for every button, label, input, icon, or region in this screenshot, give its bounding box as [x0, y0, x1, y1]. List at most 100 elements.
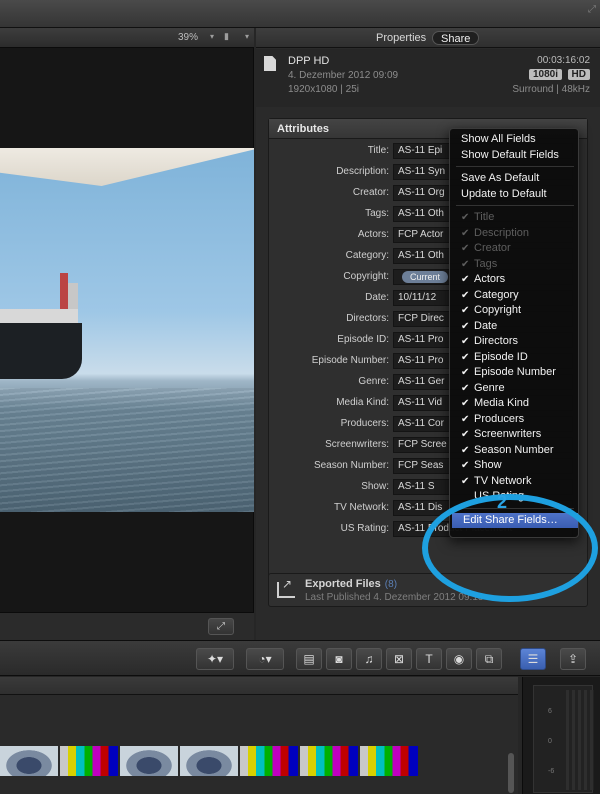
menu-item-field[interactable]: ✔ Copyright: [450, 303, 580, 318]
attribute-label: US Rating:: [340, 523, 389, 534]
timeline: [0, 677, 518, 794]
menu-item-action[interactable]: Update to Default: [450, 187, 580, 202]
attribute-label: Screenwriters:: [325, 439, 389, 450]
menu-item-label: Season Number: [474, 443, 554, 456]
inspector-icon[interactable]: ☰: [520, 648, 546, 670]
menu-item-field[interactable]: ✔ Creator: [450, 241, 580, 256]
clip-filmstrip[interactable]: [0, 746, 460, 776]
tab-share[interactable]: Share: [432, 31, 480, 45]
zoom-level[interactable]: 39%: [178, 32, 198, 43]
clip-thumbnail[interactable]: [180, 746, 238, 776]
checkmark-icon: ✔: [461, 351, 470, 363]
share-icon[interactable]: ⇪: [560, 648, 586, 670]
window-title-strip: ⤢: [0, 0, 600, 28]
menu-item-field[interactable]: ✔ Genre: [450, 381, 580, 396]
attribute-label: Show:: [361, 481, 389, 492]
audio-meter: 6 0 -6: [522, 677, 600, 794]
magic-wand-icon[interactable]: ✦▾: [196, 648, 234, 670]
timeline-scrollbar[interactable]: [508, 753, 514, 793]
attribute-label: Creator:: [352, 187, 389, 198]
view-options-icon[interactable]: ▮: [224, 31, 236, 43]
attribute-label: Category:: [345, 250, 389, 261]
menu-item-label: Directors: [474, 335, 519, 347]
menu-item-field[interactable]: ✔ Show: [450, 458, 580, 473]
exported-files-title: Exported Files (8): [305, 578, 398, 590]
menu-item-field[interactable]: ✔ Title: [450, 210, 580, 225]
menu-item-field[interactable]: ✔ Description: [450, 226, 580, 241]
transitions-icon[interactable]: ⊠: [386, 648, 412, 670]
ship-crane: [68, 283, 78, 311]
menu-item-label: Show All Fields: [461, 133, 536, 145]
menu-item-label: Episode Number: [474, 366, 556, 378]
inspector-tabs: Properties Share: [256, 28, 600, 48]
menu-item-label: Media Kind: [474, 397, 530, 409]
menu-item-field[interactable]: ✔ Producers: [450, 412, 580, 427]
menu-item-action[interactable]: Show Default Fields: [450, 148, 580, 163]
clip-duration: 00:03:16:02: [537, 55, 590, 66]
hd-badge: HD: [567, 69, 590, 80]
menu-item-label: Title: [474, 211, 495, 223]
clip-thumbnail[interactable]: [240, 746, 298, 776]
menu-item-field[interactable]: ✔ Actors: [450, 272, 580, 287]
menu-item-field[interactable]: ✔ Media Kind: [450, 396, 580, 411]
ship: [0, 273, 82, 383]
meter-bars: [566, 690, 594, 790]
clip-thumbnail[interactable]: [0, 746, 58, 776]
attribute-label: Episode Number:: [311, 355, 389, 366]
menu-item-field[interactable]: ✔ Date: [450, 319, 580, 334]
menu-item-label: Creator: [474, 242, 511, 254]
share-fields-menu: Show All Fields Show Default Fields Save A…: [449, 128, 579, 538]
menu-item-field[interactable]: ✔ Season Number: [450, 443, 580, 458]
menu-item-field[interactable]: ✔ Directors: [450, 334, 580, 349]
attribute-label: Description:: [336, 166, 389, 177]
clip-audio: Surround | 48kHz: [512, 84, 590, 95]
retime-icon[interactable]: ◔▾: [246, 648, 284, 670]
attribute-label: Episode ID:: [337, 334, 389, 345]
checkmark-icon: ✔: [461, 429, 470, 440]
titles-icon[interactable]: T: [416, 648, 442, 670]
checkmark-icon: ✔: [461, 382, 470, 394]
photo-icon[interactable]: ◙: [326, 648, 352, 670]
menu-item-label: Producers: [474, 412, 525, 425]
document-icon: [264, 56, 276, 71]
menu-item-field[interactable]: ✔ Screenwriters: [450, 427, 580, 442]
menu-item-field[interactable]: ✔ Episode Number: [450, 365, 580, 380]
attribute-label: TV Network:: [333, 502, 389, 513]
menu-item-field[interactable]: ✔ Category: [450, 288, 580, 303]
menu-item-action[interactable]: Show All Fields: [450, 132, 580, 147]
menu-item-label: Tags: [474, 257, 498, 270]
menu-item-field[interactable]: ✔ TV Network: [450, 474, 580, 489]
copyright-token[interactable]: Current: [402, 271, 449, 283]
callout-number: 2: [497, 492, 508, 512]
resize-corner-icon[interactable]: ⤢: [588, 4, 596, 15]
music-icon[interactable]: ♫: [356, 648, 382, 670]
clip-thumbnail[interactable]: [120, 746, 178, 776]
clips-icon[interactable]: ▤: [296, 648, 322, 670]
meter-label: 0: [548, 738, 552, 745]
timeline-ruler[interactable]: [0, 677, 518, 695]
themes-icon[interactable]: ⧉: [476, 648, 502, 670]
menu-separator: [456, 166, 574, 167]
checkmark-icon: ✔: [461, 413, 470, 425]
tab-properties[interactable]: Properties: [368, 31, 434, 45]
clip-thumbnail[interactable]: [360, 746, 418, 776]
generators-icon[interactable]: ◉: [446, 648, 472, 670]
fullscreen-icon[interactable]: ⤢: [208, 618, 234, 635]
view-dropdown-icon[interactable]: ▾: [245, 32, 249, 41]
menu-item-field[interactable]: ✔ Tags: [450, 257, 580, 272]
clip-thumbnail[interactable]: [300, 746, 358, 776]
checkmark-icon: ✔: [461, 444, 470, 456]
awning: [0, 148, 254, 186]
attribute-label: Date:: [365, 292, 389, 303]
menu-item-field[interactable]: ✔ Episode ID: [450, 350, 580, 365]
menu-item-action[interactable]: Save As Default: [450, 171, 580, 186]
zoom-dropdown-icon[interactable]: ▾: [210, 32, 214, 41]
checkmark-icon: ✔: [461, 336, 470, 347]
menu-item-label: Save As Default: [461, 172, 540, 184]
clip-thumbnail[interactable]: [60, 746, 118, 776]
checkmark-icon: ✔: [461, 398, 470, 409]
menu-item-label: Update to Default: [461, 187, 547, 200]
fcp-window: ⤢ 39% ▾ ▮ ▾ ⤢ Properties Share DPP HD 4.…: [0, 0, 600, 794]
browser-toolbar: ✦▾ ◔▾ ▤ ◙ ♫ ⊠ T ◉ ⧉ ☰ ⇪: [0, 640, 600, 676]
clip-header: DPP HD 4. Dezember 2012 09:09 1920x1080 …: [256, 49, 600, 107]
